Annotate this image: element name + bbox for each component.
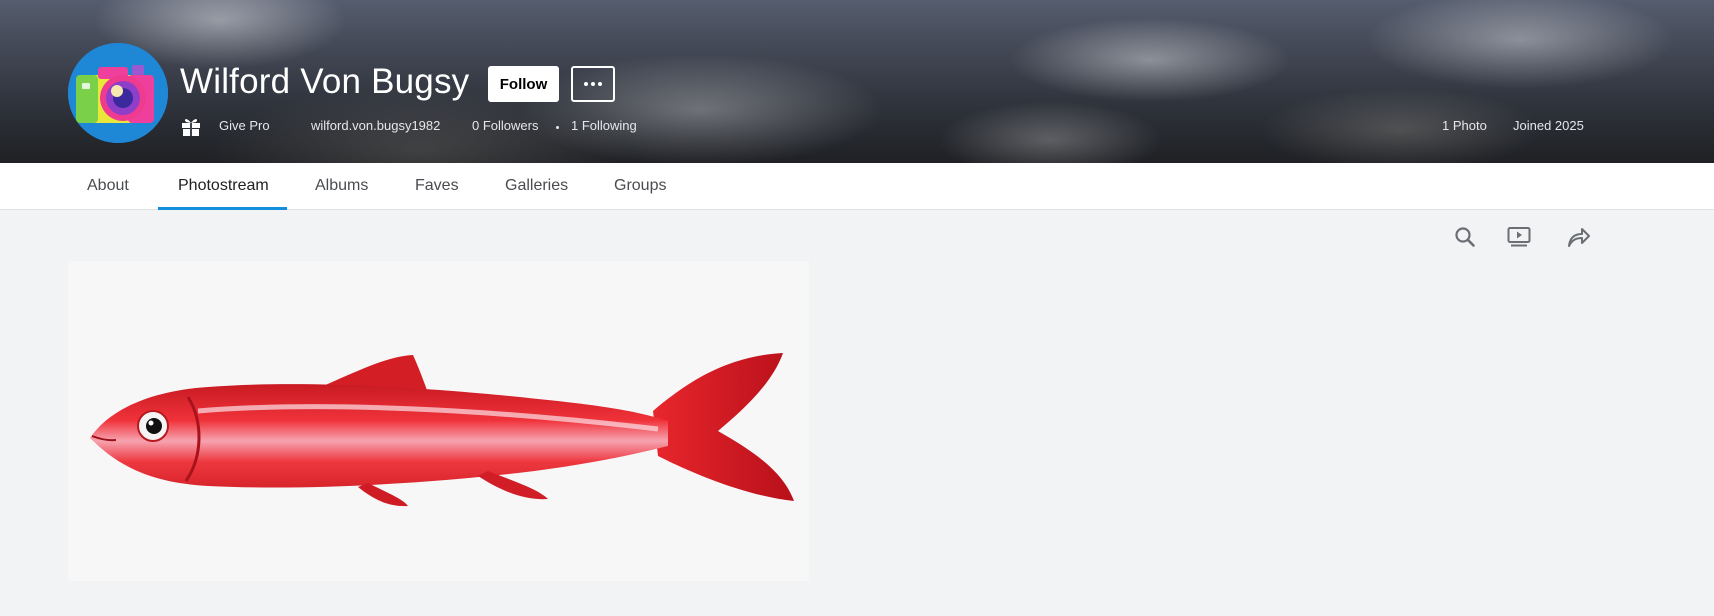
search-icon[interactable] [1452,224,1478,250]
active-tab-indicator [158,207,287,210]
username: wilford.von.bugsy1982 [311,118,441,133]
cover-photo: Wilford Von Bugsy Follow Give Pro wilfor… [0,0,1714,163]
tab-about[interactable]: About [87,177,129,195]
dot-icon [598,82,602,86]
following-link[interactable]: 1 Following [571,118,637,133]
photo-thumbnail[interactable] [68,261,809,581]
slideshow-icon-glyph [1507,227,1531,247]
tab-photostream[interactable]: Photostream [178,177,269,195]
separator-dot [556,126,559,129]
tab-groups[interactable]: Groups [614,177,666,195]
search-icon-glyph [1455,227,1475,247]
dot-icon [591,82,595,86]
red-fish-image [90,353,794,507]
tab-albums[interactable]: Albums [315,177,368,195]
followers-link[interactable]: 0 Followers [472,118,538,133]
share-arrow-icon [1568,228,1590,247]
dot-icon [584,82,588,86]
user-name: Wilford Von Bugsy [180,62,470,101]
follow-button[interactable]: Follow [488,66,559,102]
tab-faves[interactable]: Faves [415,177,459,195]
tab-galleries[interactable]: Galleries [505,177,568,195]
more-options-button[interactable] [571,66,615,102]
joined-date: Joined 2025 [1513,118,1584,133]
gift-icon[interactable] [181,115,201,137]
share-icon[interactable] [1566,224,1592,250]
photo-count: 1 Photo [1442,118,1487,133]
avatar[interactable] [68,43,168,143]
slideshow-icon[interactable] [1506,224,1532,250]
camera-avatar-icon [68,43,168,143]
profile-tabs: About Photostream Albums Faves Galleries… [0,163,1714,210]
give-pro-link[interactable]: Give Pro [219,118,270,133]
